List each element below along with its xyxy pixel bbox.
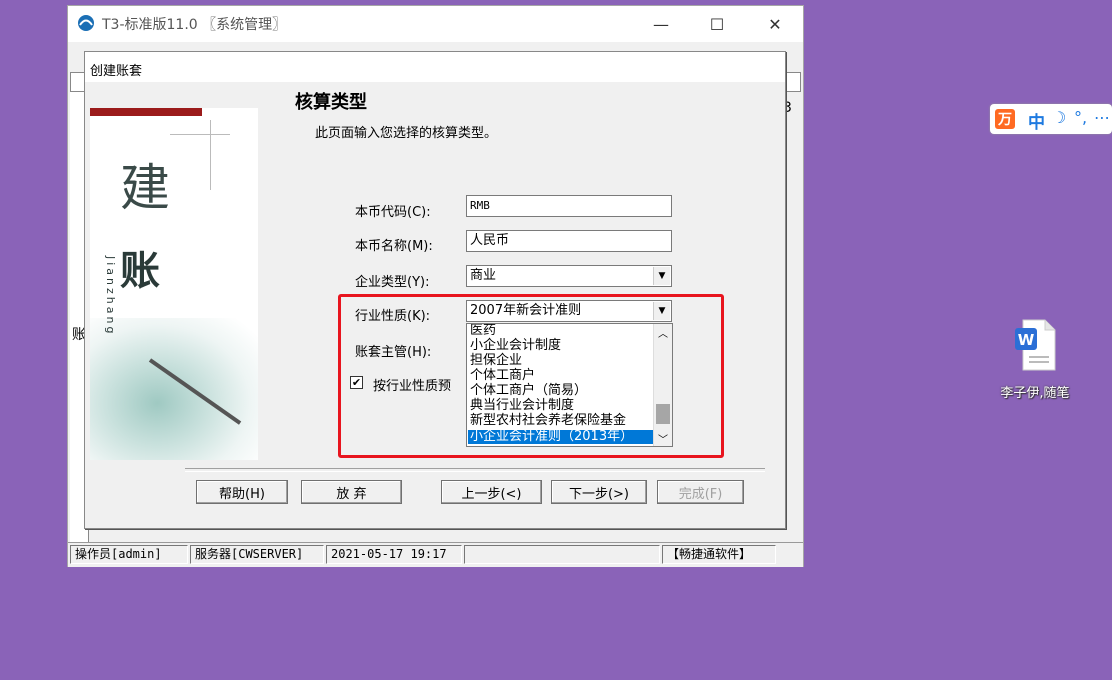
status-operator: 操作员[admin] — [70, 545, 188, 564]
word-document-icon[interactable]: W — [1013, 318, 1057, 372]
app-titlebar[interactable]: T3-标准版11.0 〖系统管理〗 — ☐ ✕ — [68, 6, 803, 42]
section-description: 此页面输入您选择的核算类型。 — [315, 126, 498, 141]
banner-line — [210, 120, 211, 190]
minimize-button[interactable]: — — [638, 10, 684, 38]
word-badge: W — [1018, 331, 1035, 349]
finish-button[interactable]: 完成(F) — [657, 480, 744, 504]
desktop-icon-label[interactable]: 李子伊,随笔 — [985, 382, 1085, 401]
enterprise-type-label: 企业类型(Y): — [355, 275, 430, 290]
ime-toolbar[interactable]: 万 中 ☽ °, ⋯ — [990, 104, 1112, 134]
ime-logo-icon[interactable]: 万 — [995, 109, 1015, 129]
status-empty — [464, 545, 660, 564]
status-server: 服务器[CWSERVER] — [190, 545, 324, 564]
status-company: 【畅捷通软件】 — [662, 545, 776, 564]
banner-char-zhang: 账 — [120, 247, 160, 294]
banner-splash — [90, 318, 258, 460]
maximize-button[interactable]: ☐ — [694, 10, 740, 38]
app-title: T3-标准版11.0 〖系统管理〗 — [102, 17, 287, 33]
app-logo-icon — [78, 15, 94, 31]
banner-char-jian: 建 — [120, 159, 170, 217]
moon-icon[interactable]: ☽ — [1052, 108, 1066, 127]
chevron-down-icon[interactable]: ▼ — [653, 267, 670, 285]
currency-name-input[interactable]: 人民币 — [466, 230, 672, 252]
enterprise-type-value: 商业 — [470, 268, 497, 283]
highlight-box — [338, 294, 724, 458]
close-button[interactable]: ✕ — [752, 10, 798, 38]
currency-code-label: 本币代码(C): — [355, 205, 431, 220]
more-icon[interactable]: ⋯ — [1094, 108, 1110, 127]
punctuation-icon[interactable]: °, — [1074, 108, 1087, 127]
separator — [185, 468, 765, 472]
prev-button[interactable]: 上一步(<) — [441, 480, 542, 504]
banner-red-bar — [90, 108, 202, 116]
currency-code-input[interactable]: RMB — [466, 195, 672, 217]
help-button[interactable]: 帮助(H) — [196, 480, 288, 504]
wizard-banner-image: 建 账 Jianzhang — [90, 108, 258, 460]
section-title: 核算类型 — [295, 92, 367, 113]
dialog-title: 创建账套 — [90, 64, 143, 79]
dialog-titlebar[interactable]: 创建账套 — [85, 52, 785, 82]
currency-name-label: 本币名称(M): — [355, 239, 433, 254]
discard-button[interactable]: 放 弃 — [301, 480, 402, 504]
banner-pinyin: Jianzhang — [104, 256, 117, 337]
banner-line — [170, 134, 230, 135]
next-button[interactable]: 下一步(>) — [551, 480, 647, 504]
ime-mode-toggle[interactable]: 中 — [1028, 108, 1045, 133]
enterprise-type-select[interactable]: 商业 ▼ — [466, 265, 672, 287]
statusbar: 操作员[admin] 服务器[CWSERVER] 2021-05-17 19:1… — [68, 542, 803, 567]
status-datetime: 2021-05-17 19:17 — [326, 545, 462, 564]
